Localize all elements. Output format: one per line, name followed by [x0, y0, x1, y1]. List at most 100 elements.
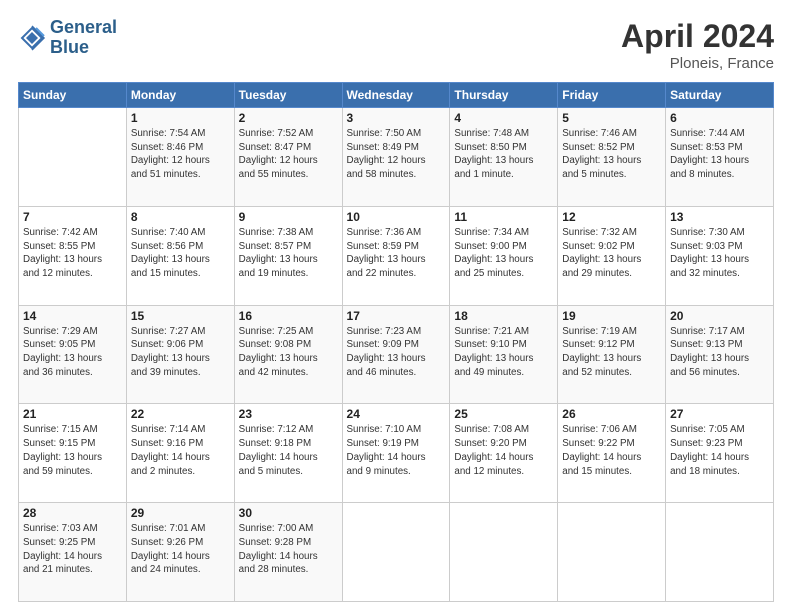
- calendar-body: 1 Sunrise: 7:54 AM Sunset: 8:46 PM Daylig…: [19, 108, 774, 602]
- day-number: 9: [239, 210, 338, 224]
- logo: General Blue: [18, 18, 117, 58]
- day-number: 14: [23, 309, 122, 323]
- logo-icon: [18, 24, 46, 52]
- day-info: Sunrise: 7:36 AM Sunset: 8:59 PM Dayligh…: [347, 226, 446, 281]
- calendar-cell: 10 Sunrise: 7:36 AM Sunset: 8:59 PM Dayli…: [342, 206, 450, 305]
- calendar-cell: 8 Sunrise: 7:40 AM Sunset: 8:56 PM Daylig…: [126, 206, 234, 305]
- day-number: 8: [131, 210, 230, 224]
- calendar-table: SundayMondayTuesdayWednesdayThursdayFrid…: [18, 82, 774, 602]
- calendar-cell: [19, 108, 127, 207]
- week-row-0: 1 Sunrise: 7:54 AM Sunset: 8:46 PM Daylig…: [19, 108, 774, 207]
- day-info: Sunrise: 7:14 AM Sunset: 9:16 PM Dayligh…: [131, 423, 230, 478]
- calendar-header: SundayMondayTuesdayWednesdayThursdayFrid…: [19, 83, 774, 108]
- calendar-cell: [342, 503, 450, 602]
- week-row-2: 14 Sunrise: 7:29 AM Sunset: 9:05 PM Dayli…: [19, 305, 774, 404]
- calendar-cell: [450, 503, 558, 602]
- day-number: 28: [23, 506, 122, 520]
- calendar-page: General Blue April 2024 Ploneis, France …: [0, 0, 792, 612]
- calendar-cell: 13 Sunrise: 7:30 AM Sunset: 9:03 PM Dayli…: [666, 206, 774, 305]
- day-info: Sunrise: 7:44 AM Sunset: 8:53 PM Dayligh…: [670, 127, 769, 182]
- day-info: Sunrise: 7:12 AM Sunset: 9:18 PM Dayligh…: [239, 423, 338, 478]
- day-number: 19: [562, 309, 661, 323]
- day-number: 21: [23, 407, 122, 421]
- calendar-cell: [666, 503, 774, 602]
- weekday-header-sunday: Sunday: [19, 83, 127, 108]
- day-number: 6: [670, 111, 769, 125]
- day-number: 18: [454, 309, 553, 323]
- calendar-cell: 19 Sunrise: 7:19 AM Sunset: 9:12 PM Dayli…: [558, 305, 666, 404]
- calendar-cell: 16 Sunrise: 7:25 AM Sunset: 9:08 PM Dayli…: [234, 305, 342, 404]
- day-info: Sunrise: 7:30 AM Sunset: 9:03 PM Dayligh…: [670, 226, 769, 281]
- day-number: 7: [23, 210, 122, 224]
- week-row-4: 28 Sunrise: 7:03 AM Sunset: 9:25 PM Dayli…: [19, 503, 774, 602]
- day-info: Sunrise: 7:29 AM Sunset: 9:05 PM Dayligh…: [23, 325, 122, 380]
- day-number: 27: [670, 407, 769, 421]
- day-info: Sunrise: 7:46 AM Sunset: 8:52 PM Dayligh…: [562, 127, 661, 182]
- day-info: Sunrise: 7:00 AM Sunset: 9:28 PM Dayligh…: [239, 522, 338, 577]
- logo-line1: General: [50, 18, 117, 38]
- day-number: 10: [347, 210, 446, 224]
- calendar-cell: 6 Sunrise: 7:44 AM Sunset: 8:53 PM Daylig…: [666, 108, 774, 207]
- day-info: Sunrise: 7:54 AM Sunset: 8:46 PM Dayligh…: [131, 127, 230, 182]
- day-number: 1: [131, 111, 230, 125]
- calendar-cell: 18Sunrise: 7:21 AM Sunset: 9:10 PM Dayli…: [450, 305, 558, 404]
- day-number: 3: [347, 111, 446, 125]
- day-number: 24: [347, 407, 446, 421]
- day-number: 16: [239, 309, 338, 323]
- day-info: Sunrise: 7:25 AM Sunset: 9:08 PM Dayligh…: [239, 325, 338, 380]
- title-month: April 2024: [621, 18, 774, 55]
- calendar-cell: 26 Sunrise: 7:06 AM Sunset: 9:22 PM Dayli…: [558, 404, 666, 503]
- day-info: Sunrise: 7:19 AM Sunset: 9:12 PM Dayligh…: [562, 325, 661, 380]
- day-number: 23: [239, 407, 338, 421]
- day-number: 25: [454, 407, 553, 421]
- calendar-cell: 29Sunrise: 7:01 AM Sunset: 9:26 PM Dayli…: [126, 503, 234, 602]
- calendar-cell: 1 Sunrise: 7:54 AM Sunset: 8:46 PM Daylig…: [126, 108, 234, 207]
- calendar-cell: 3 Sunrise: 7:50 AM Sunset: 8:49 PM Daylig…: [342, 108, 450, 207]
- day-info: Sunrise: 7:42 AM Sunset: 8:55 PM Dayligh…: [23, 226, 122, 281]
- day-number: 20: [670, 309, 769, 323]
- day-info: Sunrise: 7:27 AM Sunset: 9:06 PM Dayligh…: [131, 325, 230, 380]
- day-number: 4: [454, 111, 553, 125]
- calendar-cell: 28 Sunrise: 7:03 AM Sunset: 9:25 PM Dayli…: [19, 503, 127, 602]
- calendar-cell: 24Sunrise: 7:10 AM Sunset: 9:19 PM Dayli…: [342, 404, 450, 503]
- calendar-cell: 27 Sunrise: 7:05 AM Sunset: 9:23 PM Dayli…: [666, 404, 774, 503]
- day-number: 5: [562, 111, 661, 125]
- weekday-header-saturday: Saturday: [666, 83, 774, 108]
- day-info: Sunrise: 7:06 AM Sunset: 9:22 PM Dayligh…: [562, 423, 661, 478]
- day-info: Sunrise: 7:05 AM Sunset: 9:23 PM Dayligh…: [670, 423, 769, 478]
- day-info: Sunrise: 7:03 AM Sunset: 9:25 PM Dayligh…: [23, 522, 122, 577]
- day-info: Sunrise: 7:08 AM Sunset: 9:20 PM Dayligh…: [454, 423, 553, 478]
- calendar-cell: 7 Sunrise: 7:42 AM Sunset: 8:55 PM Daylig…: [19, 206, 127, 305]
- day-info: Sunrise: 7:23 AM Sunset: 9:09 PM Dayligh…: [347, 325, 446, 380]
- calendar-cell: 23 Sunrise: 7:12 AM Sunset: 9:18 PM Dayli…: [234, 404, 342, 503]
- calendar-cell: 9 Sunrise: 7:38 AM Sunset: 8:57 PM Daylig…: [234, 206, 342, 305]
- calendar-cell: 22 Sunrise: 7:14 AM Sunset: 9:16 PM Dayli…: [126, 404, 234, 503]
- calendar-cell: 5 Sunrise: 7:46 AM Sunset: 8:52 PM Daylig…: [558, 108, 666, 207]
- weekday-row: SundayMondayTuesdayWednesdayThursdayFrid…: [19, 83, 774, 108]
- calendar-cell: 15 Sunrise: 7:27 AM Sunset: 9:06 PM Dayli…: [126, 305, 234, 404]
- weekday-header-wednesday: Wednesday: [342, 83, 450, 108]
- day-number: 13: [670, 210, 769, 224]
- day-info: Sunrise: 7:52 AM Sunset: 8:47 PM Dayligh…: [239, 127, 338, 182]
- day-number: 29: [131, 506, 230, 520]
- title-location: Ploneis, France: [621, 55, 774, 72]
- day-number: 30: [239, 506, 338, 520]
- day-info: Sunrise: 7:40 AM Sunset: 8:56 PM Dayligh…: [131, 226, 230, 281]
- day-info: Sunrise: 7:38 AM Sunset: 8:57 PM Dayligh…: [239, 226, 338, 281]
- calendar-cell: [558, 503, 666, 602]
- day-info: Sunrise: 7:48 AM Sunset: 8:50 PM Dayligh…: [454, 127, 553, 182]
- day-number: 15: [131, 309, 230, 323]
- day-number: 22: [131, 407, 230, 421]
- calendar-cell: 30 Sunrise: 7:00 AM Sunset: 9:28 PM Dayli…: [234, 503, 342, 602]
- day-number: 26: [562, 407, 661, 421]
- day-number: 12: [562, 210, 661, 224]
- logo-line2: Blue: [50, 38, 117, 58]
- weekday-header-tuesday: Tuesday: [234, 83, 342, 108]
- day-info: Sunrise: 7:50 AM Sunset: 8:49 PM Dayligh…: [347, 127, 446, 182]
- calendar-cell: 21Sunrise: 7:15 AM Sunset: 9:15 PM Dayli…: [19, 404, 127, 503]
- calendar-cell: 25 Sunrise: 7:08 AM Sunset: 9:20 PM Dayli…: [450, 404, 558, 503]
- day-number: 11: [454, 210, 553, 224]
- day-number: 2: [239, 111, 338, 125]
- title-block: April 2024 Ploneis, France: [621, 18, 774, 72]
- weekday-header-monday: Monday: [126, 83, 234, 108]
